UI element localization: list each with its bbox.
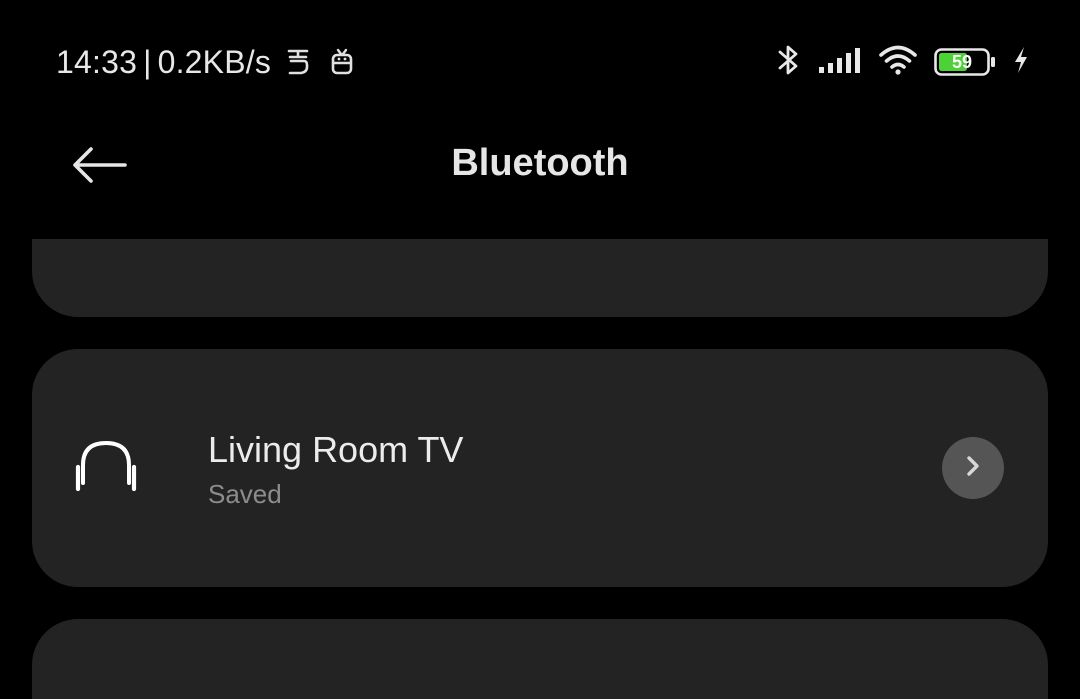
battery-icon: 59 (934, 48, 996, 76)
network-speed: 0.2KB/s (157, 43, 272, 80)
notification-app-icon (285, 47, 311, 77)
headphones-icon (74, 437, 138, 493)
signal-icon (818, 45, 862, 80)
device-name: Living Room TV (208, 429, 464, 470)
status-time: 14:33 (56, 43, 138, 80)
settings-card-partial (32, 619, 1048, 699)
status-left: 14:33 | 0.2KB/s (56, 40, 355, 84)
status-separator: | (143, 43, 152, 80)
status-right: 59 (776, 40, 1030, 84)
settings-card-partial (32, 239, 1048, 317)
status-bar: 14:33 | 0.2KB/s 59 (0, 0, 1080, 124)
wifi-icon (878, 44, 918, 81)
device-status: Saved (208, 479, 282, 509)
bluetooth-icon (776, 42, 802, 83)
paired-device-item[interactable]: Living Room TV Saved (32, 349, 1048, 587)
app-header: Bluetooth (0, 124, 1080, 214)
notification-app-icon (329, 47, 355, 77)
charging-icon (1012, 45, 1030, 80)
chevron-right-icon (963, 454, 983, 483)
device-details-button[interactable] (942, 437, 1004, 499)
page-title: Bluetooth (451, 142, 629, 184)
battery-level: 59 (951, 51, 973, 72)
